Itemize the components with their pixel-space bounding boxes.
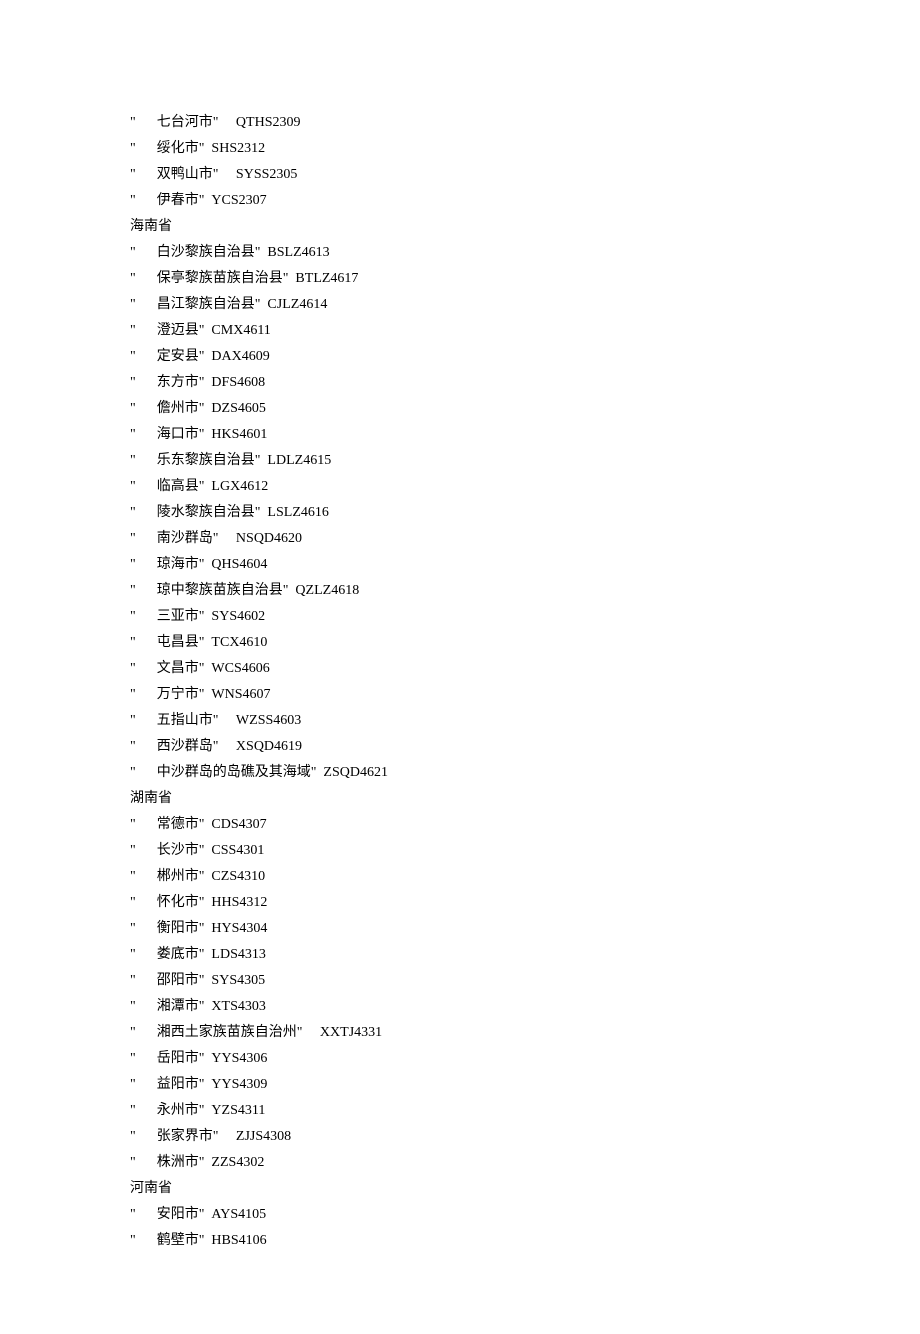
region-entry: " 陵水黎族自治县" LSLZ4616	[130, 500, 790, 526]
region-entry: " 伊春市" YCS2307	[130, 188, 790, 214]
region-entry: " 琼中黎族苗族自治县" QZLZ4618	[130, 578, 790, 604]
region-entry: " 白沙黎族自治县" BSLZ4613	[130, 240, 790, 266]
region-entry: " 昌江黎族自治县" CJLZ4614	[130, 292, 790, 318]
region-entry: " 安阳市" AYS4105	[130, 1202, 790, 1228]
region-entry: " 湘潭市" XTS4303	[130, 994, 790, 1020]
region-entry: " 三亚市" SYS4602	[130, 604, 790, 630]
region-entry: " 张家界市" ZJJS4308	[130, 1124, 790, 1150]
region-entry: " 临高县" LGX4612	[130, 474, 790, 500]
region-entry: " 东方市" DFS4608	[130, 370, 790, 396]
region-entry: " 海口市" HKS4601	[130, 422, 790, 448]
region-entry: " 西沙群岛" XSQD4619	[130, 734, 790, 760]
region-entry: " 湘西土家族苗族自治州" XXTJ4331	[130, 1020, 790, 1046]
region-entry: " 岳阳市" YYS4306	[130, 1046, 790, 1072]
region-entry: " 乐东黎族自治县" LDLZ4615	[130, 448, 790, 474]
province-heading: 海南省	[130, 214, 790, 240]
region-entry: " 保亭黎族苗族自治县" BTLZ4617	[130, 266, 790, 292]
region-entry: " 南沙群岛" NSQD4620	[130, 526, 790, 552]
region-entry: " 琼海市" QHS4604	[130, 552, 790, 578]
region-entry: " 鹤壁市" HBS4106	[130, 1228, 790, 1254]
region-entry: " 绥化市" SHS2312	[130, 136, 790, 162]
region-entry: " 娄底市" LDS4313	[130, 942, 790, 968]
region-entry: " 双鸭山市" SYSS2305	[130, 162, 790, 188]
region-entry: " 定安县" DAX4609	[130, 344, 790, 370]
region-entry: " 屯昌县" TCX4610	[130, 630, 790, 656]
province-heading: 湖南省	[130, 786, 790, 812]
region-entry: " 七台河市" QTHS2309	[130, 110, 790, 136]
region-entry: " 怀化市" HHS4312	[130, 890, 790, 916]
region-entry: " 澄迈县" CMX4611	[130, 318, 790, 344]
region-entry: " 益阳市" YYS4309	[130, 1072, 790, 1098]
region-entry: " 万宁市" WNS4607	[130, 682, 790, 708]
region-entry: " 衡阳市" HYS4304	[130, 916, 790, 942]
region-entry: " 常德市" CDS4307	[130, 812, 790, 838]
region-entry: " 文昌市" WCS4606	[130, 656, 790, 682]
region-entry: " 邵阳市" SYS4305	[130, 968, 790, 994]
region-entry: " 中沙群岛的岛礁及其海域" ZSQD4621	[130, 760, 790, 786]
region-entry: " 株洲市" ZZS4302	[130, 1150, 790, 1176]
region-entry: " 长沙市" CSS4301	[130, 838, 790, 864]
province-heading: 河南省	[130, 1176, 790, 1202]
region-entry: " 五指山市" WZSS4603	[130, 708, 790, 734]
document-page: " 七台河市" QTHS2309" 绥化市" SHS2312" 双鸭山市" SY…	[0, 0, 920, 1334]
region-entry: " 郴州市" CZS4310	[130, 864, 790, 890]
region-entry: " 永州市" YZS4311	[130, 1098, 790, 1124]
region-entry: " 儋州市" DZS4605	[130, 396, 790, 422]
